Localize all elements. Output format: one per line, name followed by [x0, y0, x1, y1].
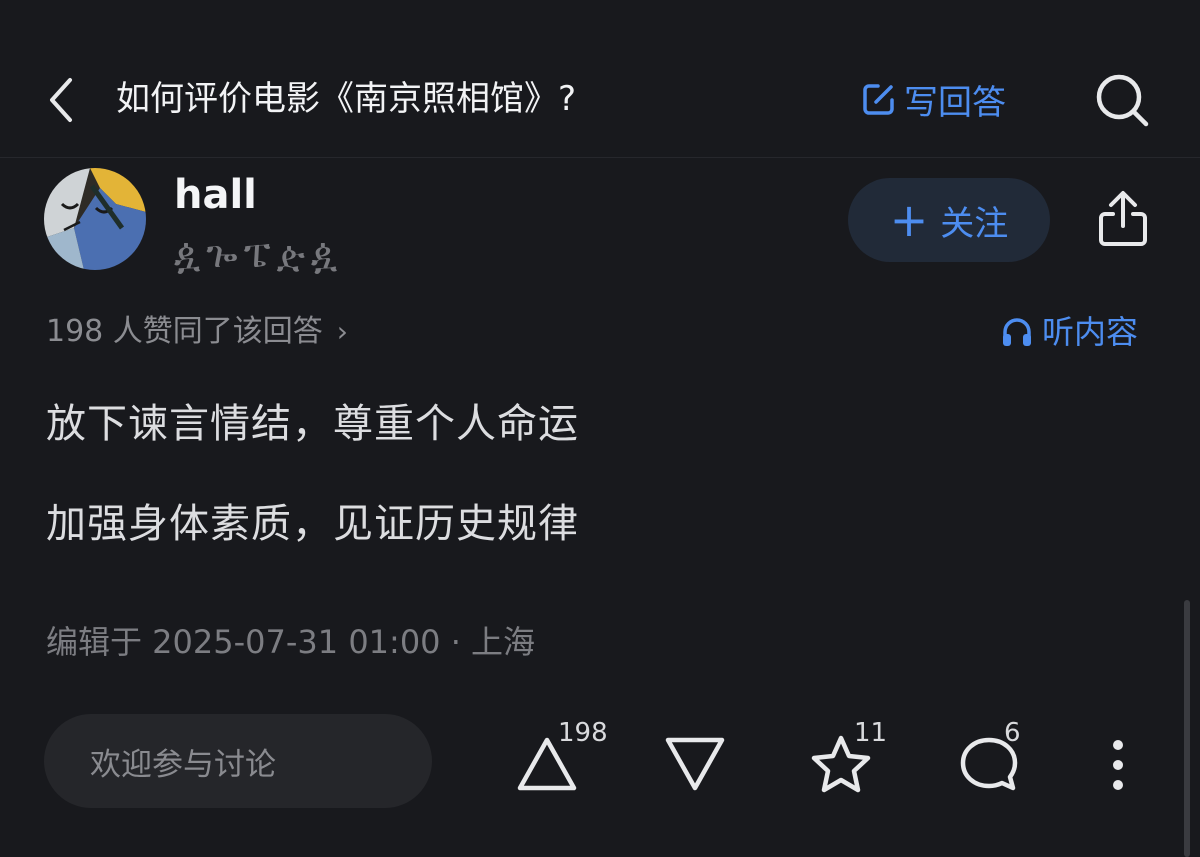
answer-paragraph: 加强身体素质，见证历史规律 — [46, 501, 579, 547]
chevron-right-icon: › — [336, 315, 348, 348]
edit-icon — [863, 84, 894, 115]
back-button[interactable] — [36, 72, 86, 128]
chevron-left-icon — [50, 78, 72, 122]
comment-placeholder: 欢迎参与讨论 — [90, 746, 276, 783]
share-button[interactable] — [1090, 184, 1156, 254]
question-title[interactable]: 如何评价电影《南京照相馆》? — [116, 74, 576, 124]
author-badge-text: ዿጐፔዽዿ — [174, 232, 344, 276]
follow-label: 关注 — [940, 203, 1009, 244]
upvote-summary[interactable]: 198 人赞同了该回答 › — [46, 310, 348, 354]
write-answer-label: 写回答 — [904, 82, 1006, 123]
plus-icon: + — [889, 193, 929, 247]
upvote-button[interactable]: 198 — [502, 718, 608, 806]
comment-input[interactable]: 欢迎参与讨论 — [44, 714, 432, 808]
answer-paragraph: 放下谏言情结，尊重个人命运 — [46, 401, 579, 447]
follow-button[interactable]: + 关注 — [848, 178, 1050, 262]
search-button[interactable] — [1090, 70, 1154, 130]
favorite-count: 11 — [854, 718, 888, 748]
more-icon — [1113, 740, 1123, 790]
listen-button[interactable]: 听内容 — [1000, 308, 1138, 356]
downvote-icon — [665, 737, 725, 791]
upvote-summary-text: 198 人赞同了该回答 — [46, 314, 323, 349]
write-answer-button[interactable]: 写回答 — [860, 72, 1006, 126]
upvote-count: 198 — [558, 718, 608, 748]
author-name[interactable]: hall — [174, 170, 257, 220]
favorite-button[interactable]: 11 — [796, 718, 887, 806]
listen-label: 听内容 — [1042, 313, 1139, 351]
top-navigation-bar: 如何评价电影《南京照相馆》? 写回答 — [0, 0, 1200, 158]
author-avatar[interactable] — [44, 168, 146, 270]
avatar-image — [44, 168, 146, 270]
scrollbar[interactable] — [1184, 600, 1190, 857]
search-icon — [1096, 74, 1149, 127]
share-icon — [1099, 191, 1147, 246]
headphones-icon — [1003, 318, 1031, 346]
comment-count: 6 — [1004, 718, 1021, 748]
more-button[interactable] — [1094, 730, 1142, 800]
downvote-button[interactable] — [650, 722, 740, 806]
comment-button[interactable]: 6 — [944, 718, 1034, 806]
edit-info: 编辑于 2025-07-31 01:00 · 上海 — [46, 623, 536, 661]
